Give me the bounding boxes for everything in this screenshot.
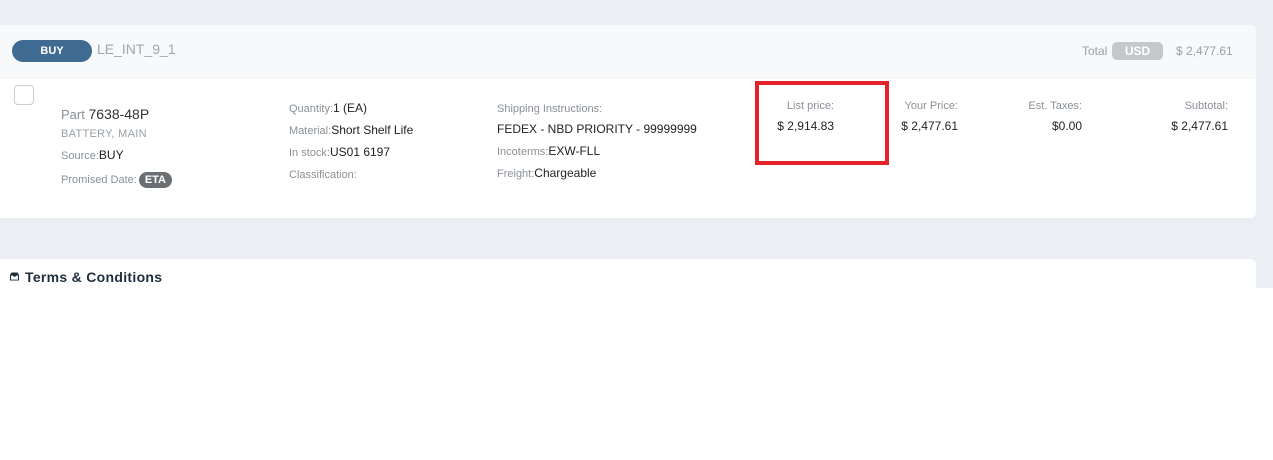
- stock-label: In stock:: [289, 147, 330, 159]
- classification-label: Classification:: [289, 169, 357, 181]
- currency-badge: USD: [1112, 42, 1163, 60]
- part-line: Part 7638-48P: [61, 106, 149, 122]
- taxes-column: Est. Taxes: $0.00: [1008, 100, 1082, 133]
- source-line: Source:BUY: [61, 148, 124, 162]
- shipping-label: Shipping Instructions:: [497, 99, 602, 117]
- freight-value: Chargeable: [534, 166, 597, 180]
- part-description: BATTERY, MAIN: [61, 128, 147, 140]
- incoterms-line: Incoterms:EXW-FLL: [497, 142, 600, 160]
- freight-line: Freight:Chargeable: [497, 164, 596, 182]
- your-price-label: Your Price:: [904, 100, 958, 112]
- source-value: BUY: [98, 148, 124, 162]
- list-price-highlight: [755, 81, 889, 165]
- part-prefix: Part: [61, 107, 85, 122]
- subtotal-column: Subtotal: $ 2,477.61: [1148, 100, 1228, 133]
- subtotal-value: $ 2,477.61: [1171, 119, 1228, 133]
- incoterms-value: EXW-FLL: [548, 144, 601, 158]
- promised-date-label: Promised Date:: [61, 173, 137, 186]
- taxes-label: Est. Taxes:: [1028, 100, 1082, 112]
- material-value: Short Shelf Life: [331, 123, 414, 137]
- classification-line: Classification:: [289, 165, 357, 183]
- quantity-label: Quantity:: [289, 103, 334, 115]
- promised-date-line: Promised Date: ETA: [61, 172, 172, 188]
- subtotal-label: Subtotal:: [1184, 100, 1228, 112]
- total-value: $ 2,477.61: [1176, 44, 1233, 58]
- shipping-label-text: Shipping Instructions:: [497, 103, 603, 115]
- your-price-column: Your Price: $ 2,477.61: [884, 100, 958, 133]
- order-id: LE_INT_9_1: [97, 41, 176, 57]
- inbox-icon: [10, 272, 19, 281]
- shipping-value: FEDEX - NBD PRIORITY - 99999999: [497, 120, 697, 138]
- material-line: Material:Short Shelf Life: [289, 121, 413, 139]
- part-number: 7638-48P: [88, 106, 150, 122]
- order-type-pill[interactable]: BUY: [12, 40, 92, 62]
- line-item-checkbox[interactable]: [14, 85, 34, 105]
- stock-value: US01 6197: [329, 145, 391, 159]
- terms-card: Terms & Conditions: [0, 259, 1256, 288]
- incoterms-label: Incoterms:: [497, 146, 549, 158]
- eta-badge: ETA: [138, 172, 172, 188]
- stock-line: In stock:US01 6197: [289, 143, 390, 161]
- terms-title[interactable]: Terms & Conditions: [25, 269, 162, 285]
- total-label: Total: [1082, 44, 1108, 58]
- quantity-line: Quantity:1 (EA): [289, 99, 367, 117]
- material-label: Material:: [289, 125, 332, 137]
- shipping-value-text: FEDEX - NBD PRIORITY - 99999999: [497, 122, 697, 136]
- taxes-value: $0.00: [1051, 119, 1082, 133]
- source-label: Source:: [61, 150, 99, 162]
- quantity-value: 1 (EA): [333, 101, 368, 115]
- freight-label: Freight:: [497, 168, 535, 180]
- order-card-header: BUY LE_INT_9_1 Total USD $ 2,477.61: [0, 25, 1256, 78]
- your-price-value: $ 2,477.61: [901, 119, 958, 133]
